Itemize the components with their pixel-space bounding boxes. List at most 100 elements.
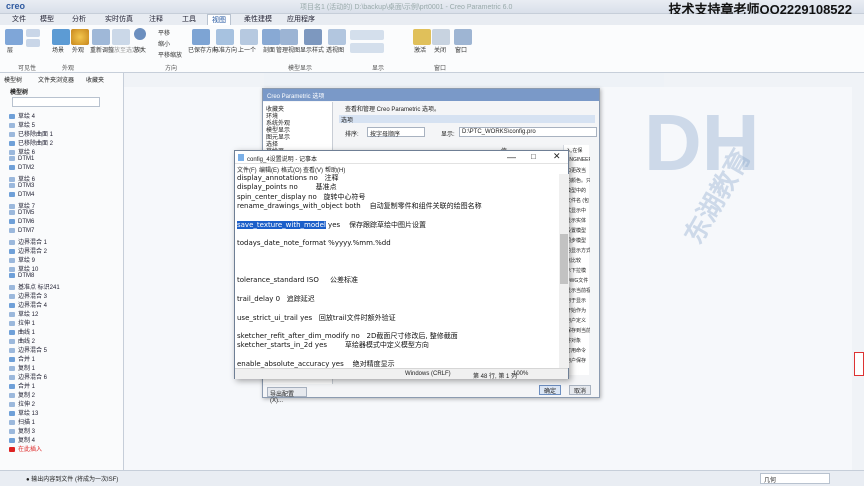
std-orient-icon[interactable] <box>216 29 234 45</box>
side-tab[interactable] <box>854 352 864 376</box>
menu-edit[interactable]: 编辑(E) <box>259 165 279 174</box>
tree-item[interactable]: 草绘 13 <box>9 408 38 417</box>
hide-icon[interactable] <box>26 39 40 47</box>
tree-item[interactable]: 基准点 标识241 <box>9 282 60 291</box>
tab-flexible-modeling[interactable]: 柔性建模 <box>240 14 276 25</box>
tree-item[interactable]: 复制 4 <box>9 435 35 444</box>
pan-button[interactable]: 平移 <box>158 28 170 37</box>
tree-item[interactable]: 边界混合 5 <box>9 345 47 354</box>
tree-item[interactable]: 在此插入 <box>9 444 42 453</box>
display-toggles-icon[interactable] <box>350 30 384 40</box>
tree-item[interactable]: 复制 2 <box>9 390 35 399</box>
visibility-icon[interactable] <box>26 29 40 37</box>
display-style-icon[interactable] <box>304 29 322 45</box>
tree-item[interactable]: 边界混合 6 <box>9 372 47 381</box>
close-window-icon[interactable] <box>432 29 450 45</box>
tree-item[interactable]: 复制 1 <box>9 363 35 372</box>
tab-favorites[interactable]: 收藏夹 <box>86 75 104 84</box>
cancel-button[interactable]: 取消 <box>569 385 591 395</box>
feature-icon <box>9 446 15 452</box>
tree-item[interactable]: DTM2 <box>9 165 34 171</box>
tree-item[interactable]: 拉伸 1 <box>9 318 35 327</box>
menu-view[interactable]: 查看(V) <box>303 165 323 174</box>
tree-item[interactable]: DTM6 <box>9 219 34 225</box>
tree-item[interactable]: 草绘 5 <box>9 120 35 129</box>
tree-item[interactable]: 草绘 10 <box>9 264 38 273</box>
tab-annotate[interactable]: 注释 <box>145 14 167 25</box>
tree-item[interactable]: 复制 3 <box>9 426 35 435</box>
selection-filter-dropdown[interactable]: 几何 <box>760 473 830 484</box>
sort-dropdown[interactable]: 按字母顺序 <box>367 127 425 138</box>
tree-item[interactable]: 边界混合 4 <box>9 300 47 309</box>
refit-icon[interactable] <box>92 29 110 45</box>
maximize-button[interactable]: □ <box>531 152 536 161</box>
feature-icon <box>9 248 15 254</box>
tree-item[interactable]: DTM3 <box>9 183 34 189</box>
tree-item[interactable]: 草绘 9 <box>9 255 35 264</box>
menu-file[interactable]: 文件(F) <box>237 165 257 174</box>
layer-icon[interactable] <box>5 29 23 45</box>
tree-search-input[interactable] <box>12 97 100 107</box>
saved-orient-icon[interactable] <box>192 29 210 45</box>
window-label: 窗口 <box>455 48 468 54</box>
tree-item[interactable]: 扫描 1 <box>9 417 35 426</box>
minimize-button[interactable]: — <box>507 152 516 162</box>
tree-item[interactable]: 边界混合 3 <box>9 291 47 300</box>
ok-button[interactable]: 确定 <box>539 385 561 395</box>
tree-item[interactable]: 合并 1 <box>9 354 35 363</box>
tab-live-simulation[interactable]: 实时仿真 <box>101 14 137 25</box>
window-icon[interactable] <box>454 29 472 45</box>
tab-applications[interactable]: 应用程序 <box>283 14 319 25</box>
tree-item[interactable]: 边界混合 2 <box>9 246 47 255</box>
display-toggles-2-icon[interactable] <box>350 43 384 53</box>
activate-icon[interactable] <box>413 29 431 45</box>
tree-item[interactable]: 拉伸 2 <box>9 399 35 408</box>
tree-item[interactable]: DTM5 <box>9 210 34 216</box>
text-line: use_strict_ui_trail yes 回放trail文件时额外验证 <box>237 313 396 322</box>
tree-item[interactable]: DTM1 <box>9 156 34 162</box>
tree-item[interactable]: 已移除曲面 2 <box>9 138 53 147</box>
menu-help[interactable]: 帮助(H) <box>325 165 345 174</box>
tree-item[interactable]: 曲线 2 <box>9 336 35 345</box>
scroll-thumb[interactable] <box>560 234 568 284</box>
zoom-in-icon[interactable] <box>134 28 146 40</box>
scene-icon[interactable] <box>52 29 70 45</box>
tree-item[interactable]: 曲线 1 <box>9 327 35 336</box>
tree-item[interactable]: 草绘 6 <box>9 174 35 183</box>
export-config-button[interactable]: 导出配置(X)... <box>267 387 307 404</box>
tab-model-tree[interactable]: 模型树 <box>4 75 22 84</box>
tab-folder-browser[interactable]: 文件夹浏览器 <box>38 75 74 84</box>
notepad-scrollbar[interactable] <box>559 174 569 368</box>
manage-views-icon[interactable] <box>280 29 298 45</box>
tree-item[interactable]: DTM8 <box>9 273 34 279</box>
tree-item[interactable]: 草绘 6 <box>9 147 35 156</box>
tab-analysis[interactable]: 分析 <box>68 14 90 25</box>
show-config-dropdown[interactable]: D:\PTC_WORKS\config.pro <box>459 127 597 137</box>
zoom-out-button[interactable]: 缩小 <box>158 39 170 48</box>
appearance-icon[interactable] <box>71 29 89 45</box>
tab-model[interactable]: 模型 <box>36 14 58 25</box>
section-icon[interactable] <box>262 29 280 45</box>
tab-view[interactable]: 视图 <box>207 14 231 25</box>
tree-item[interactable]: DTM4 <box>9 192 34 198</box>
tree-item[interactable]: DTM7 <box>9 228 34 234</box>
notepad-text-area[interactable]: display_annotations no 注释 display_points … <box>236 174 558 368</box>
option-description-snippet: 用于显示 <box>566 298 587 304</box>
tree-item[interactable]: 草绘 7 <box>9 201 35 210</box>
tab-tools[interactable]: 工具 <box>178 14 200 25</box>
previous-icon[interactable] <box>240 29 258 45</box>
feature-icon <box>9 401 15 407</box>
close-button[interactable]: ✕ <box>553 151 561 162</box>
menu-format[interactable]: 格式(O) <box>281 165 302 174</box>
tab-file[interactable]: 文件 <box>8 14 30 25</box>
tree-item[interactable]: 边界混合 1 <box>9 237 47 246</box>
option-description-snippet: 的显示方式 <box>566 248 590 254</box>
tree-item[interactable]: 已移除曲面 1 <box>9 129 53 138</box>
tree-item[interactable]: 草绘 12 <box>9 309 38 318</box>
title-bar: creo 项目名1 (活动的) D:\backup\桌面\示例\prt0001 … <box>0 0 864 17</box>
tree-item[interactable]: 合并 1 <box>9 381 35 390</box>
zoom-selected-icon[interactable] <box>112 29 130 45</box>
tree-item[interactable]: 草绘 4 <box>9 111 35 120</box>
perspective-icon[interactable] <box>328 29 346 45</box>
pan-zoom-button[interactable]: 平移缩放 <box>158 50 182 59</box>
